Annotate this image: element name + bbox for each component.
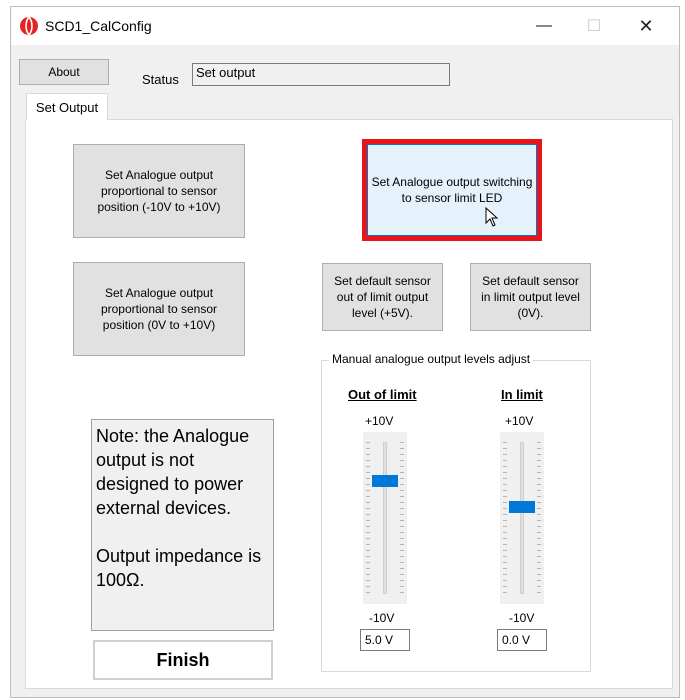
app-logo-icon [20, 16, 38, 36]
set-analogue-limit-led-button[interactable]: Set Analogue output switching to sensor … [362, 139, 542, 241]
status-label: Status [142, 72, 179, 87]
in-limit-slider[interactable] [500, 432, 544, 604]
in-limit-value: 0.0 V [497, 629, 547, 651]
out-of-limit-heading: Out of limit [348, 387, 417, 402]
out-of-limit-value: 5.0 V [360, 629, 410, 651]
set-default-in-limit-button[interactable]: Set default sensor in limit output level… [470, 263, 591, 331]
in-limit-min-label: -10V [509, 611, 535, 625]
close-button[interactable]: ✕ [623, 7, 669, 45]
slider-ticks-right [400, 442, 404, 594]
about-button[interactable]: About [19, 59, 109, 85]
set-analogue-0-10v-button[interactable]: Set Analogue output proportional to sens… [73, 262, 245, 356]
slider-track [383, 442, 387, 594]
slider-ticks-left [366, 442, 370, 594]
mouse-pointer-icon [485, 207, 499, 227]
slider-ticks-right [537, 442, 541, 594]
in-limit-max-label: +10V [505, 414, 534, 428]
set-analogue-pm10v-button[interactable]: Set Analogue output proportional to sens… [73, 144, 245, 238]
app-window: SCD1_CalConfig — ☐ ✕ About Status Set ou… [10, 6, 680, 698]
note-impedance-text: Output impedance is 100Ω. [96, 546, 262, 590]
note-warning-text: Note: the Analogue output is not designe… [96, 426, 250, 518]
note-box: Note: the Analogue output is not designe… [91, 419, 274, 631]
slider-ticks-left [503, 442, 507, 594]
finish-button[interactable]: Finish [93, 640, 273, 680]
maximize-button[interactable]: ☐ [571, 7, 617, 45]
in-limit-heading: In limit [501, 387, 543, 402]
title-bar: SCD1_CalConfig — ☐ ✕ [11, 7, 679, 45]
out-of-limit-min-label: -10V [369, 611, 395, 625]
manual-adjust-title: Manual analogue output levels adjust [329, 352, 534, 366]
minimize-button[interactable]: — [521, 7, 567, 45]
set-default-out-of-limit-button[interactable]: Set default sensor out of limit output l… [322, 263, 443, 331]
in-limit-slider-thumb[interactable] [509, 501, 535, 514]
manual-adjust-group [321, 360, 591, 672]
out-of-limit-max-label: +10V [365, 414, 394, 428]
status-field: Set output [192, 63, 450, 86]
window-title: SCD1_CalConfig [45, 18, 152, 34]
tab-set-output[interactable]: Set Output [26, 93, 108, 120]
out-of-limit-slider[interactable] [363, 432, 407, 604]
slider-track [520, 442, 524, 594]
out-of-limit-slider-thumb[interactable] [372, 474, 398, 487]
